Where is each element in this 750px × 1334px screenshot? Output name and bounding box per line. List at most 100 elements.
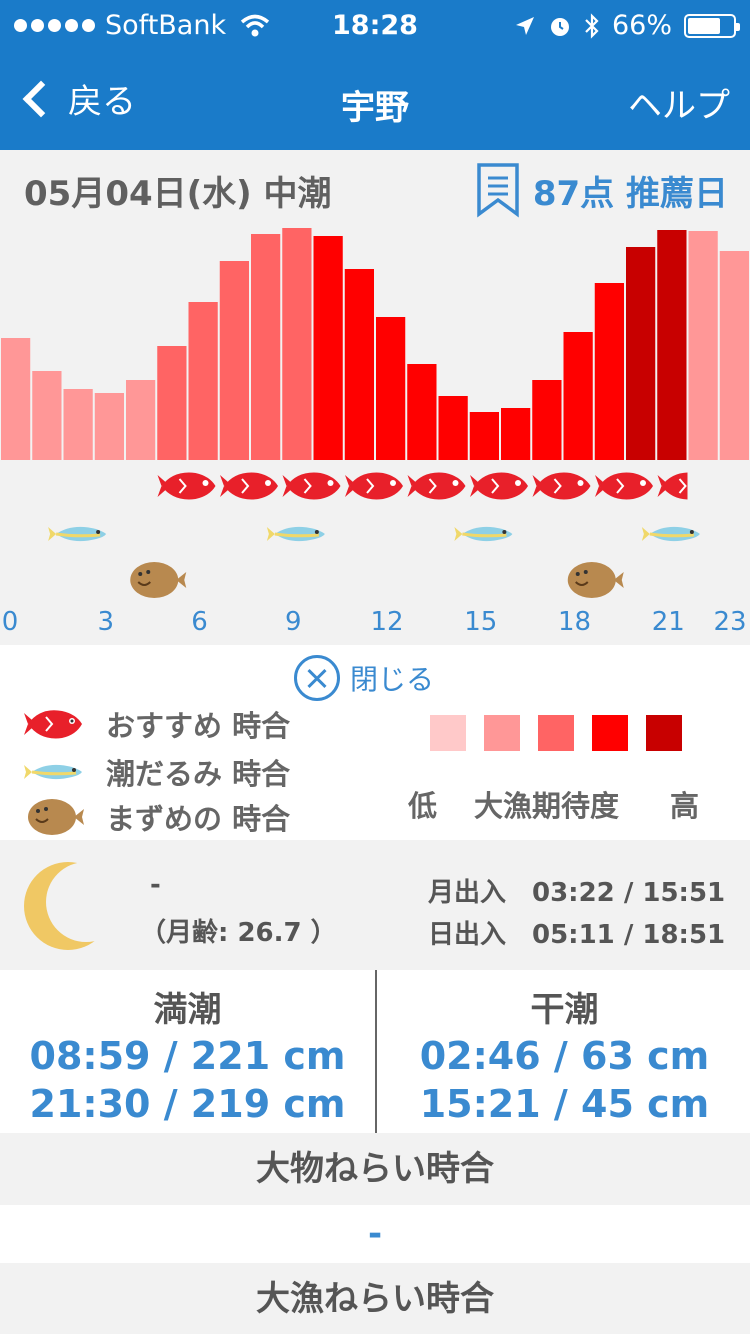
scale-level-2: [484, 715, 520, 751]
flounder-icon: [28, 799, 84, 835]
big-game-value: -: [0, 1205, 750, 1263]
tide-table: 満潮 08:59 / 221 cm 21:30 / 219 cm 干潮 02:4…: [0, 970, 750, 1133]
legend-panel: 閉じる おすすめ 時合 潮だるみ 時合 まずめの 時合 低 大漁期待度 高: [0, 645, 750, 840]
back-label: 戻る: [68, 82, 136, 122]
date-row: 05月04日(水) 中潮 87点 推薦日: [0, 152, 750, 222]
chart-bar: [438, 396, 468, 460]
blue-fish-icon: [48, 526, 107, 542]
chart-bar: [657, 230, 687, 460]
chart-bar: [344, 269, 374, 460]
help-button[interactable]: ヘルプ: [628, 78, 730, 127]
close-legend-button[interactable]: 閉じる: [294, 655, 434, 701]
chart-bar: [376, 317, 406, 460]
chart-bar: [626, 247, 656, 460]
score-badge[interactable]: 87点 推薦日: [475, 162, 728, 218]
x-tick-label: 9: [285, 607, 302, 637]
scale-level-3: [538, 715, 574, 751]
x-tick-label: 3: [97, 607, 114, 637]
date-label: 05月04日(水) 中潮: [24, 174, 332, 214]
red-snapper-icon: [532, 472, 591, 500]
blue-fish-icon: [454, 526, 513, 542]
sun-rise-set: 日出入 05:11 / 18:51: [428, 920, 726, 950]
scale-high-label: 高: [670, 789, 700, 823]
battery-percent: 66%: [611, 10, 672, 41]
bookmark-icon: [477, 163, 519, 218]
chart-bar: [719, 251, 749, 460]
chart-bar: [563, 332, 593, 460]
scale-mid-label: 大漁期待度: [474, 789, 620, 823]
chart-bar: [251, 234, 281, 460]
chevron-left-icon: [22, 80, 60, 117]
red-snapper-icon: [407, 472, 466, 500]
chart-bar: [94, 393, 124, 460]
flounder-icon: [130, 562, 187, 598]
moon-info: - （月齢: 26.7 ） 月出入 03:22 / 15:51 日出入 05:1…: [0, 840, 750, 970]
status-right: 66%: [514, 10, 740, 41]
back-button[interactable]: 戻る: [18, 74, 136, 123]
scale-low-label: 低: [408, 789, 438, 823]
low-tide-2: 15:21 / 45 cm: [419, 1082, 710, 1126]
moon-phase: -: [150, 870, 161, 900]
scale-level-1: [430, 715, 466, 751]
chart-bar: [407, 364, 437, 460]
high-tide-label: 満潮: [153, 990, 222, 1030]
red-snapper-icon: [220, 472, 278, 500]
chart-svg: 0 3 6 9 12 15 18 21 23: [1, 228, 749, 637]
red-snapper-icon: [657, 472, 688, 500]
close-label: 閉じる: [350, 663, 435, 696]
chart-bar: [532, 380, 562, 460]
red-snapper-icon: [470, 472, 528, 500]
blue-fish-icon: [641, 526, 700, 542]
high-tide-2: 21:30 / 219 cm: [29, 1082, 346, 1126]
chart-bar: [1, 338, 31, 460]
moon-rise-set: 月出入 03:22 / 15:51: [428, 878, 726, 908]
legend-label-shiodarumi: 潮だるみ 時合: [106, 757, 291, 791]
blue-fish-icon: [24, 764, 82, 780]
big-game-heading: 大物ねらい時合: [0, 1133, 750, 1205]
legend-label-mazume: まずめの 時合: [106, 802, 291, 836]
red-snapper-icon: [157, 472, 216, 500]
chart-bar: [63, 389, 93, 460]
chart-bar: [32, 371, 62, 460]
blue-fish-icon: [266, 526, 325, 542]
x-tick-label: 0: [2, 607, 19, 637]
high-tide-column: 満潮 08:59 / 221 cm 21:30 / 219 cm: [0, 970, 375, 1126]
moon-age: （月齢: 26.7 ）: [140, 918, 337, 948]
legend-item-shiodarumi: 潮だるみ 時合: [24, 751, 290, 793]
chart-bar: [282, 228, 312, 460]
red-snapper-icon: [282, 472, 341, 500]
x-tick-label: 23: [713, 607, 746, 637]
close-icon: [294, 655, 340, 701]
x-tick-label: 18: [558, 607, 591, 637]
x-tick-label: 15: [464, 607, 497, 637]
location-arrow-icon: [515, 16, 534, 35]
scale-level-4: [592, 715, 628, 751]
x-tick-label: 6: [191, 607, 208, 637]
red-snapper-icon: [595, 472, 653, 500]
high-tide-1: 08:59 / 221 cm: [29, 1034, 346, 1078]
expectation-scale: [430, 715, 682, 751]
scale-level-5: [646, 715, 682, 751]
alarm-icon: [550, 17, 569, 36]
crescent-moon-icon: [24, 862, 112, 950]
x-tick-label: 12: [370, 607, 403, 637]
red-snapper-icon: [345, 472, 403, 500]
red-snapper-icon: [24, 710, 82, 739]
nav-bar: 戻る 宇野 ヘルプ: [0, 52, 750, 150]
chart-bar: [126, 380, 156, 460]
chart-bar: [188, 302, 218, 460]
status-bar: SoftBank 18:28 66%: [0, 0, 750, 52]
legend-item-mazume: まずめの 時合: [24, 795, 290, 839]
chart-bar: [501, 408, 531, 460]
catch-heading: 大漁ねらい時合: [0, 1263, 750, 1334]
bluetooth-icon: [585, 12, 599, 39]
score-label: 87点 推薦日: [532, 173, 728, 214]
legend-item-oshi: おすすめ 時合: [24, 703, 290, 745]
chart-bar: [219, 261, 249, 460]
chart-bar: [157, 346, 187, 460]
legend-label-oshi: おすすめ 時合: [106, 709, 291, 743]
chart-bar: [313, 236, 343, 460]
low-tide-column: 干潮 02:46 / 63 cm 15:21 / 45 cm: [377, 970, 750, 1126]
hourly-chart: 0 3 6 9 12 15 18 21 23: [0, 222, 750, 642]
x-tick-label: 21: [652, 607, 685, 637]
